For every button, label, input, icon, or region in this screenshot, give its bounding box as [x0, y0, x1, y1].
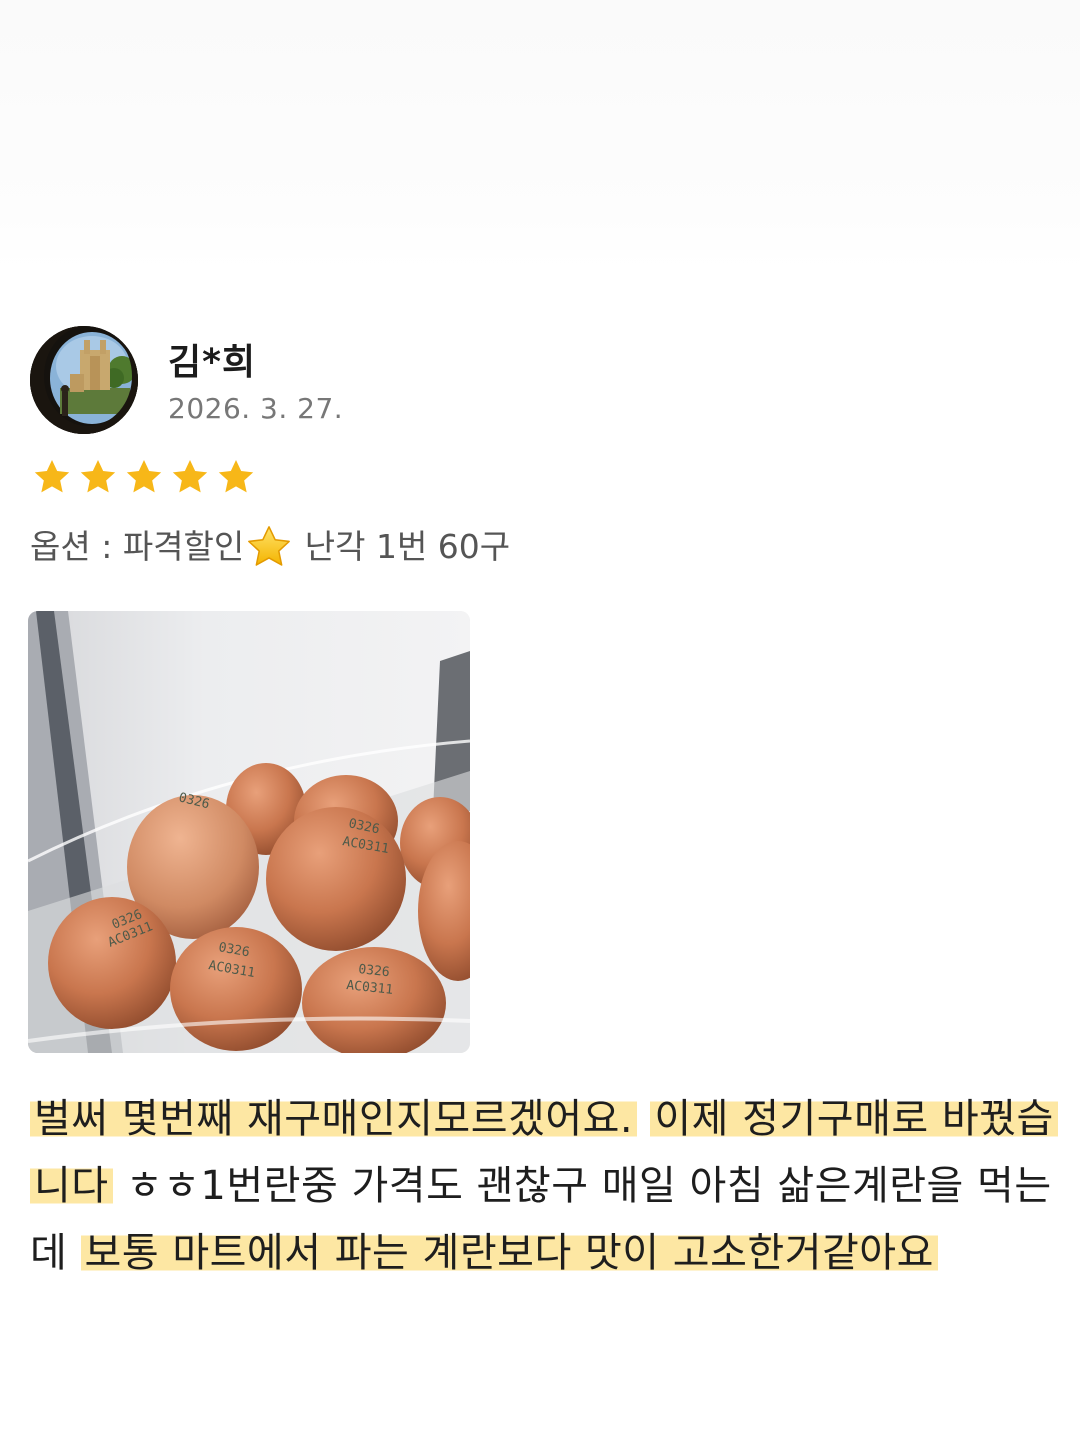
rating-stars [32, 457, 256, 501]
option-suffix: 난각 1번 60구 [294, 527, 511, 566]
star-icon [172, 460, 208, 493]
reviewer-name: 김*희 [168, 342, 257, 383]
review-text-plain [637, 1096, 650, 1142]
option-prefix: 옵션 : 파격할인 [30, 527, 245, 566]
brown-eggs-photo: 0326 0326 AC0311 0326 AC0311 0326 AC0311… [28, 611, 470, 1053]
avatar[interactable] [30, 326, 138, 434]
purchase-option: 옵션 : 파격할인 난각 1번 60구 [30, 520, 510, 570]
top-blank-area [0, 0, 1080, 270]
review-text-highlight: 벌써 몇번째 재구매인지모르겠어요. [30, 1096, 638, 1142]
review-text-highlight: 보통 마트에서 파는 계란보다 맛이 고소한거같아요 [80, 1230, 938, 1276]
avatar-image [30, 326, 138, 434]
star-emoji-icon [248, 526, 291, 566]
star-icon [218, 460, 254, 493]
star-icon [126, 460, 162, 493]
star-icon [34, 460, 70, 493]
star-icon [80, 460, 116, 493]
review-photo[interactable]: 0326 0326 AC0311 0326 AC0311 0326 AC0311… [28, 611, 470, 1053]
review-date: 2026. 3. 27. [168, 392, 344, 425]
review-text: 벌써 몇번째 재구매인지모르겠어요. 이제 정기구매로 바꿨습니다 ㅎㅎ1번란중… [30, 1086, 1060, 1287]
